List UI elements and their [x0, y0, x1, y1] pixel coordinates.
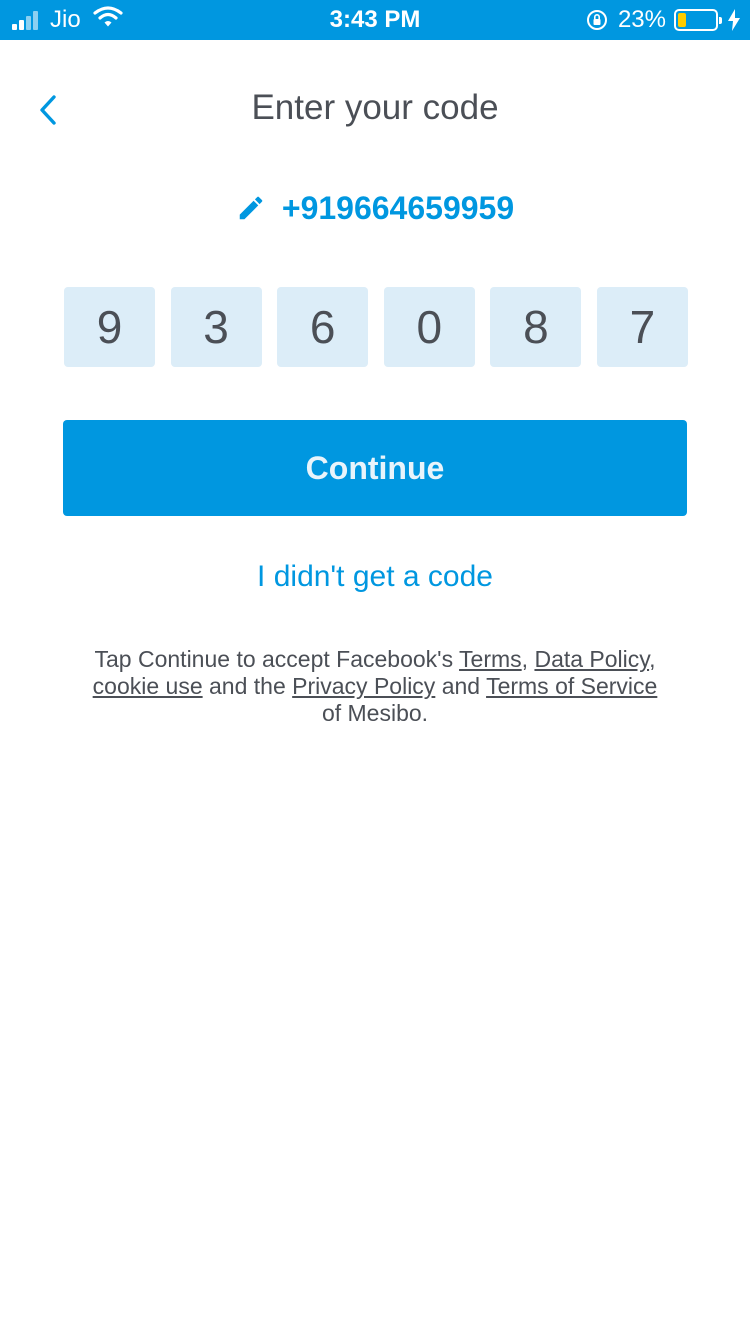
code-digit-input[interactable]: 7	[596, 287, 688, 367]
terms-link[interactable]: Terms	[459, 646, 522, 672]
signal-icon	[12, 10, 40, 30]
resend-code-link[interactable]: I didn't get a code	[0, 560, 750, 594]
charging-icon	[728, 9, 740, 31]
data-policy-link[interactable]: Data Policy	[534, 646, 649, 672]
code-digit-input[interactable]: 8	[490, 287, 582, 367]
code-digit-input[interactable]: 0	[383, 287, 475, 367]
code-digit-input[interactable]: 6	[277, 287, 369, 367]
battery-percent: 23%	[617, 6, 666, 33]
cookie-use-link[interactable]: cookie use	[93, 673, 203, 699]
phone-row: +919664659959	[0, 185, 750, 231]
battery-fill	[678, 13, 686, 27]
continue-button[interactable]: Continue	[63, 420, 687, 516]
phone-number: +919664659959	[281, 189, 515, 226]
battery-icon	[674, 9, 722, 31]
terms-text-part: Tap Continue to accept Facebook's	[94, 646, 460, 672]
pencil-icon	[239, 196, 263, 220]
code-digit-input[interactable]: 9	[64, 287, 155, 367]
rotation-lock-icon	[586, 9, 608, 31]
status-left: Jio	[12, 0, 123, 40]
terms-of-service-link[interactable]: Terms of Service	[486, 673, 657, 699]
privacy-policy-link[interactable]: Privacy Policy	[292, 673, 435, 699]
code-digit-input[interactable]: 3	[170, 287, 262, 367]
terms-text-part: ,	[649, 646, 656, 672]
carrier-name: Jio	[50, 6, 81, 33]
terms-text-part: of Mesibo.	[321, 700, 429, 726]
terms-text-part: and	[435, 673, 487, 699]
wifi-icon	[93, 5, 123, 35]
code-input-row: 9 3 6 0 8 7	[64, 287, 688, 367]
header: Enter your code	[0, 70, 750, 150]
terms-text-part: ,	[521, 646, 535, 672]
status-bar: Jio 3:43 PM 23%	[0, 0, 750, 40]
edit-phone-button[interactable]	[236, 193, 266, 223]
terms-text: Tap Continue to accept Facebook's Terms,…	[70, 646, 680, 727]
page-title: Enter your code	[251, 88, 499, 127]
status-right: 23%	[586, 0, 740, 40]
terms-text-part: and the	[202, 673, 293, 699]
